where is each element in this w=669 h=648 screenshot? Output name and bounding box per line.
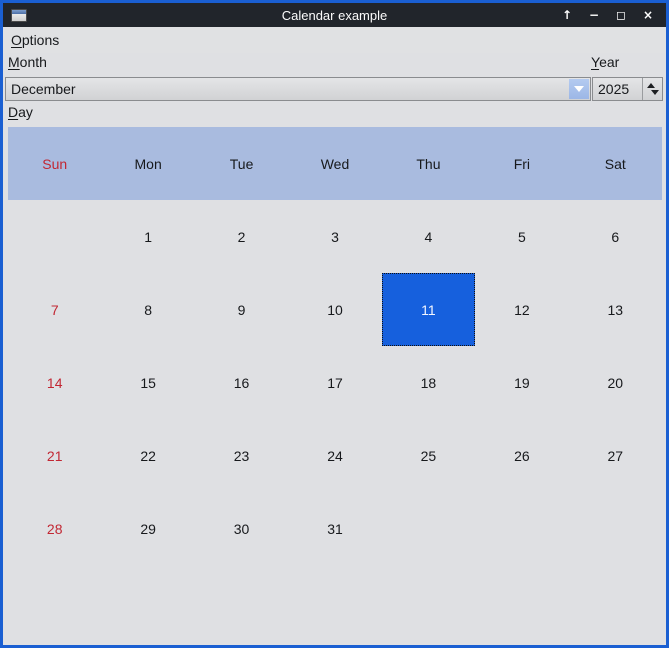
- calendar-day-cell[interactable]: 29: [101, 492, 194, 565]
- calendar-day-cell[interactable]: 6: [569, 200, 662, 273]
- titlebar-buttons: ↑ − ◻ ×: [559, 7, 666, 23]
- calendar-day-cell[interactable]: 1: [101, 200, 194, 273]
- calendar-widget: SunMonTueWedThuFriSat 123456789101112131…: [8, 127, 662, 639]
- calendar-day-cell[interactable]: 7: [8, 273, 101, 346]
- year-spinbox[interactable]: 2025: [592, 77, 663, 101]
- calendar-day-cell[interactable]: 12: [475, 273, 568, 346]
- menubar: Options: [3, 27, 666, 53]
- calendar-weekday-header: Thu: [382, 156, 475, 172]
- calendar-day-cell[interactable]: 13: [569, 273, 662, 346]
- calendar-day-cell[interactable]: 19: [475, 346, 568, 419]
- shade-icon: ↑: [562, 8, 572, 22]
- calendar-empty-cell: [195, 565, 288, 638]
- year-spinbox-buttons: [642, 78, 662, 100]
- calendar-day-cell[interactable]: 4: [382, 200, 475, 273]
- month-label: Month: [8, 54, 47, 70]
- calendar-day-cell[interactable]: 14: [8, 346, 101, 419]
- calendar-empty-cell: [475, 492, 568, 565]
- calendar-weekday-header: Sat: [569, 156, 662, 172]
- minimize-button[interactable]: −: [586, 7, 602, 23]
- year-spinbox-value: 2025: [593, 81, 642, 97]
- spin-down-icon[interactable]: [651, 90, 659, 95]
- calendar-day-cell[interactable]: 3: [288, 200, 381, 273]
- calendar-day-cell[interactable]: 24: [288, 419, 381, 492]
- calendar-day-cell[interactable]: 17: [288, 346, 381, 419]
- minimize-icon: −: [589, 8, 599, 22]
- maximize-icon: ◻: [616, 8, 626, 22]
- maximize-button[interactable]: ◻: [613, 7, 629, 23]
- calendar-empty-cell: [8, 565, 101, 638]
- calendar-empty-cell: [569, 565, 662, 638]
- titlebar[interactable]: Calendar example ↑ − ◻ ×: [3, 3, 666, 27]
- month-combobox-dropdown-button[interactable]: [569, 79, 589, 99]
- calendar-empty-cell: [382, 492, 475, 565]
- calendar-empty-cell: [8, 200, 101, 273]
- calendar-weekday-header: Sun: [8, 156, 101, 172]
- calendar-grid: 1234567891011121314151617181920212223242…: [8, 200, 662, 638]
- calendar-day-cell[interactable]: 18: [382, 346, 475, 419]
- calendar-day-cell[interactable]: 21: [8, 419, 101, 492]
- year-label: Year: [591, 54, 619, 70]
- calendar-day-cell[interactable]: 11: [382, 273, 475, 346]
- calendar-day-cell[interactable]: 8: [101, 273, 194, 346]
- calendar-empty-cell: [382, 565, 475, 638]
- calendar-empty-cell: [569, 492, 662, 565]
- calendar-day-cell[interactable]: 30: [195, 492, 288, 565]
- calendar-day-cell[interactable]: 2: [195, 200, 288, 273]
- calendar-day-cell[interactable]: 28: [8, 492, 101, 565]
- month-combobox-value: December: [6, 81, 569, 97]
- calendar-weekday-header: Tue: [195, 156, 288, 172]
- calendar-day-cell[interactable]: 10: [288, 273, 381, 346]
- calendar-day-cell[interactable]: 31: [288, 492, 381, 565]
- calendar-header-row: SunMonTueWedThuFriSat: [8, 127, 662, 200]
- calendar-day-cell[interactable]: 22: [101, 419, 194, 492]
- menu-item-options[interactable]: Options: [11, 30, 63, 50]
- calendar-day-cell[interactable]: 16: [195, 346, 288, 419]
- close-icon: ×: [643, 8, 653, 22]
- month-combobox[interactable]: December: [5, 77, 591, 101]
- calendar-day-cell[interactable]: 20: [569, 346, 662, 419]
- calendar-weekday-header: Fri: [475, 156, 568, 172]
- calendar-weekday-header: Wed: [288, 156, 381, 172]
- calendar-empty-cell: [101, 565, 194, 638]
- window-icon: [11, 9, 27, 22]
- calendar-example-window: Calendar example ↑ − ◻ × Options Month D…: [0, 0, 669, 648]
- calendar-day-cell[interactable]: 5: [475, 200, 568, 273]
- calendar-weekday-header: Mon: [101, 156, 194, 172]
- calendar-day-cell[interactable]: 15: [101, 346, 194, 419]
- calendar-day-cell[interactable]: 25: [382, 419, 475, 492]
- shade-button[interactable]: ↑: [559, 7, 575, 23]
- calendar-empty-cell: [475, 565, 568, 638]
- calendar-day-cell[interactable]: 23: [195, 419, 288, 492]
- calendar-day-cell[interactable]: 26: [475, 419, 568, 492]
- calendar-day-cell[interactable]: 27: [569, 419, 662, 492]
- calendar-day-cell[interactable]: 9: [195, 273, 288, 346]
- day-label: Day: [8, 104, 33, 120]
- chevron-down-icon: [574, 86, 584, 92]
- spin-up-icon[interactable]: [647, 83, 655, 88]
- main-content: Month December Year 2025 Day SunMonTueWe…: [3, 53, 666, 645]
- calendar-empty-cell: [288, 565, 381, 638]
- close-button[interactable]: ×: [640, 7, 656, 23]
